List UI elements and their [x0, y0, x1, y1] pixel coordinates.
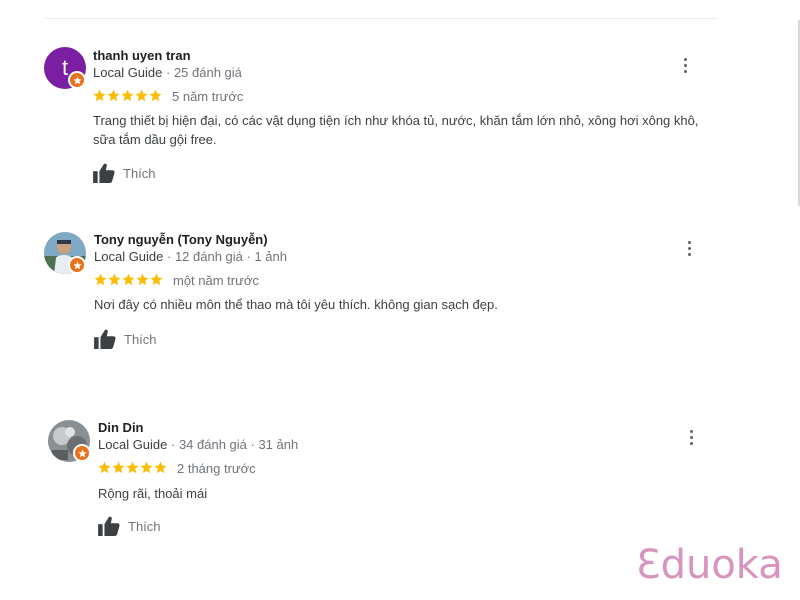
review-time: một năm trước: [173, 273, 259, 288]
reviewer-stats: · 34 đánh giá · 31 ảnh: [167, 437, 299, 452]
like-button[interactable]: Thích: [94, 329, 157, 349]
star-icon: [112, 461, 125, 474]
review-text: Trang thiết bị hiện đại, có các vật dụng…: [93, 113, 699, 147]
reviewer-meta: Local Guide · 12 đánh giá · 1 ảnh: [94, 249, 287, 264]
star-icon: [93, 89, 106, 102]
local-guide-label: Local Guide: [94, 249, 164, 264]
star-icon: [136, 273, 149, 286]
more-options-icon[interactable]: [684, 427, 698, 447]
star-icon: [140, 461, 153, 474]
review-time: 2 tháng trước: [177, 461, 256, 476]
like-button[interactable]: Thích: [93, 163, 156, 183]
rating-stars: [98, 461, 167, 474]
rating-stars: [94, 273, 163, 286]
thumbs-up-icon: [98, 516, 120, 536]
local-guide-badge-icon: [68, 71, 86, 89]
reviewer-name[interactable]: Tony nguyễn (Tony Nguyễn): [94, 232, 268, 247]
top-divider: [44, 18, 718, 19]
reviewer-meta: Local Guide · 34 đánh giá · 31 ảnh: [98, 437, 298, 452]
more-options-icon[interactable]: [678, 55, 692, 75]
reviewer-stats: · 12 đánh giá · 1 ảnh: [163, 249, 287, 264]
star-icon: [126, 461, 139, 474]
star-icon: [107, 89, 120, 102]
local-guide-label: Local Guide: [93, 65, 163, 80]
star-icon: [149, 89, 162, 102]
like-button[interactable]: Thích: [98, 516, 161, 536]
like-label: Thích: [128, 518, 161, 534]
like-label: Thích: [124, 331, 157, 347]
star-icon: [122, 273, 135, 286]
star-icon: [98, 461, 111, 474]
review-time: 5 năm trước: [172, 89, 244, 104]
review-text: Nơi đây có nhiều môn thể thao mà tôi yêu…: [94, 297, 498, 312]
like-label: Thích: [123, 165, 156, 181]
reviewer-name[interactable]: thanh uyen tran: [93, 48, 191, 63]
rating-stars: [93, 89, 162, 102]
more-options-icon[interactable]: [682, 238, 696, 258]
local-guide-badge-icon: [73, 444, 91, 462]
watermark-logo: Ɛduoka: [636, 542, 783, 588]
reviewer-stats: · 25 đánh giá: [162, 65, 242, 80]
reviewer-name[interactable]: Din Din: [98, 420, 144, 435]
reviewer-meta: Local Guide · 25 đánh giá: [93, 65, 242, 80]
star-icon: [121, 89, 134, 102]
star-icon: [94, 273, 107, 286]
star-icon: [150, 273, 163, 286]
thumbs-up-icon: [93, 163, 115, 183]
review-text: Rộng rãi, thoải mái: [98, 486, 208, 501]
star-icon: [108, 273, 121, 286]
star-icon: [135, 89, 148, 102]
star-icon: [154, 461, 167, 474]
local-guide-badge-icon: [68, 256, 86, 274]
thumbs-up-icon: [94, 329, 116, 349]
local-guide-label: Local Guide: [98, 437, 168, 452]
